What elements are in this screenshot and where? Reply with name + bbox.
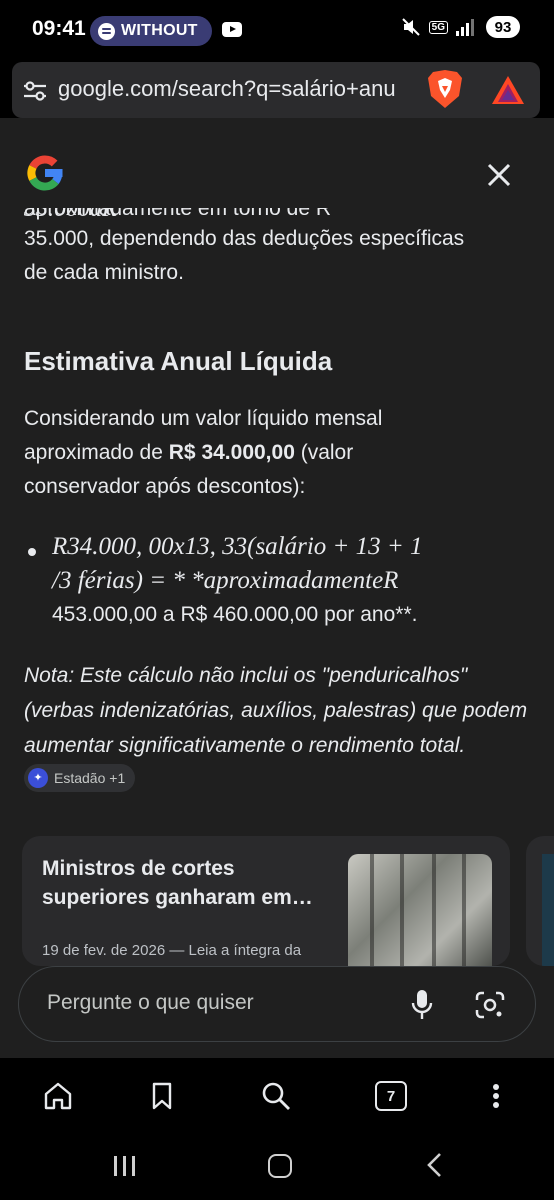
- news-card-next-thumbnail: [542, 854, 554, 966]
- bullet-icon: [28, 548, 36, 556]
- tabs-button[interactable]: 7: [375, 1081, 407, 1111]
- home-icon[interactable]: [42, 1080, 74, 1112]
- bullet-list-item: R34.000, 00x13, 33(salário + 13 + 1 /3 f…: [24, 530, 534, 632]
- answer-line: 35.000, dependendo das deduções específi…: [24, 227, 465, 250]
- answer-note: Nota: Este cálculo não inclui os "pendur…: [24, 658, 536, 798]
- answer-line: de cada ministro.: [24, 261, 184, 284]
- estadao-favicon-icon: ✦: [28, 768, 48, 789]
- address-bar[interactable]: google.com/search?q=salário+anu: [12, 62, 540, 118]
- status-time: 09:41: [32, 17, 86, 40]
- ai-answer-panel: aproximadamente em torno de R 33.000aR 35…: [0, 118, 554, 1058]
- bullet-math-line: /3 férias) = * *aproximadamenteR: [52, 567, 399, 594]
- system-navigation: [0, 1134, 554, 1200]
- news-card-meta: 19 de fev. de 2026 — Leia a íntegra da: [42, 942, 302, 959]
- site-settings-icon[interactable]: [22, 80, 48, 102]
- ask-input[interactable]: Pergunte o que quiser: [18, 966, 536, 1042]
- news-card[interactable]: Ministros de cortes superiores ganharam …: [22, 836, 510, 966]
- brave-shields-icon[interactable]: [426, 68, 464, 110]
- recents-icon[interactable]: [114, 1156, 136, 1176]
- network-type: 5G: [428, 20, 448, 34]
- browser-toolbar: 7: [0, 1058, 554, 1134]
- answer-line: conservador após descontos):: [24, 475, 306, 498]
- microphone-icon[interactable]: [411, 989, 433, 1021]
- close-icon[interactable]: [484, 160, 514, 190]
- bullet-content: R34.000, 00x13, 33(salário + 13 + 1 /3 f…: [52, 530, 534, 632]
- section-heading: Estimativa Anual Líquida: [24, 346, 333, 376]
- mute-icon: [401, 18, 420, 36]
- partial-math: 33.000aR: [24, 208, 117, 222]
- media-pill-label: WITHOUT: [121, 22, 198, 39]
- youtube-icon: [222, 22, 242, 37]
- battery-level: 93: [486, 16, 520, 38]
- back-icon[interactable]: [424, 1152, 444, 1178]
- status-bar: 09:41 WITHOUT 5G 93: [0, 0, 554, 62]
- answer-paragraph-1: aproximadamente em torno de R 33.000aR 35…: [24, 208, 534, 290]
- bookmark-icon[interactable]: [146, 1080, 178, 1112]
- spotify-icon: [98, 22, 115, 40]
- news-card-thumbnail[interactable]: [348, 854, 492, 966]
- url-text[interactable]: google.com/search?q=salário+anu: [58, 76, 424, 102]
- answer-text: (valor: [294, 441, 354, 464]
- answer-bold-value: R$ 34.000,00: [168, 441, 295, 464]
- status-icons: 5G 93: [401, 16, 520, 38]
- ask-placeholder[interactable]: Pergunte o que quiser: [47, 991, 254, 1015]
- news-card-next[interactable]: [526, 836, 554, 966]
- home-button-icon[interactable]: [268, 1154, 292, 1178]
- answer-line: aproximado de R$ 34.000,00 (valor: [24, 436, 534, 470]
- source-chip[interactable]: ✦ Estadão +1: [24, 764, 136, 793]
- source-chip-label: Estadão +1: [54, 769, 126, 786]
- menu-icon[interactable]: [480, 1080, 512, 1112]
- signal-icon: [456, 18, 478, 36]
- answer-paragraph-2: Considerando um valor líquido mensal apr…: [24, 402, 534, 504]
- google-logo-icon: [27, 155, 63, 191]
- search-icon[interactable]: [260, 1080, 292, 1112]
- brave-rewards-icon[interactable]: [490, 74, 526, 106]
- media-pill[interactable]: WITHOUT: [90, 16, 212, 46]
- google-lens-icon[interactable]: [475, 991, 505, 1019]
- note-text: Nota: Este cálculo não inclui os "pendur…: [24, 664, 528, 757]
- answer-partial-line: aproximadamente em torno de R 33.000aR: [24, 208, 534, 222]
- bullet-text-line: 453.000,00 a R$ 460.000,00 por ano**.: [52, 603, 418, 626]
- bullet-math-line: R34.000, 00x13, 33(salário + 13 + 1: [52, 533, 423, 560]
- news-card-title[interactable]: Ministros de cortes superiores ganharam …: [42, 854, 342, 912]
- answer-text: aproximado de: [24, 441, 169, 464]
- answer-line: Considerando um valor líquido mensal: [24, 407, 383, 430]
